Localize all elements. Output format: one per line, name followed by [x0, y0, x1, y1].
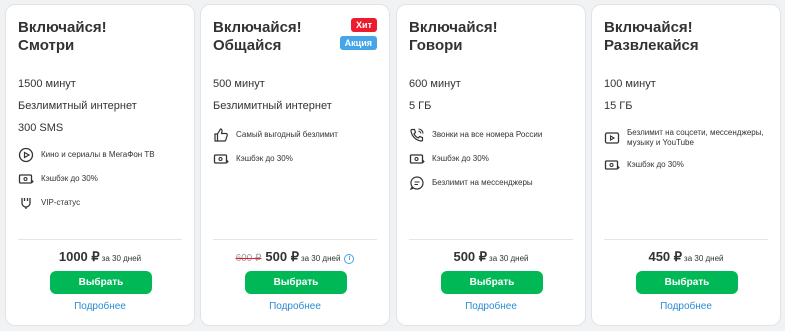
price-period: за 30 дней [489, 254, 529, 263]
features-list: 500 минут Безлимитный интернет [213, 73, 332, 117]
vip-icon [18, 195, 34, 211]
feature-minutes: 1500 минут [18, 78, 76, 90]
perk-text: Кэшбэк до 30% [627, 160, 684, 169]
price-value: 1000 ₽ [58, 249, 100, 264]
perk-item: Кино и сериалы в МегаФон ТВ [18, 143, 188, 167]
price-block: 600 ₽500 ₽ за 30 дней i [201, 249, 389, 265]
divider [18, 239, 182, 240]
chat-icon [409, 175, 425, 191]
features-list: 600 минут 5 ГБ [409, 73, 461, 117]
tariff-card-obshchaysya: Включайся! Общайся Хит Акция 500 минут Б… [200, 4, 390, 326]
feature-data: 15 ГБ [604, 100, 633, 112]
features-list: 1500 минут Безлимитный интернет 300 SMS [18, 73, 137, 139]
select-button[interactable]: Выбрать [441, 271, 543, 294]
info-icon[interactable]: i [344, 254, 355, 264]
divider [604, 239, 768, 240]
perk-text: Кино и сериалы в МегаФон ТВ [41, 150, 155, 159]
perk-item: Звонки на все номера России [409, 123, 579, 147]
perk-item: Кэшбэк до 30% [409, 147, 579, 171]
card-title: Включайся! Общайся [213, 19, 302, 55]
select-button[interactable]: Выбрать [50, 271, 152, 294]
title-line-2: Смотри [18, 37, 75, 54]
select-button[interactable]: Выбрать [636, 271, 738, 294]
hit-badge: Хит [351, 18, 377, 32]
old-price: 600 ₽ [235, 253, 262, 264]
title-line-2: Говори [409, 37, 463, 54]
feature-sms: 300 SMS [18, 122, 64, 134]
perk-text: Кэшбэк до 30% [432, 154, 489, 163]
feature-minutes: 600 минут [409, 78, 461, 90]
title-line-2: Развлекайся [604, 37, 699, 54]
video-icon [604, 130, 620, 146]
perk-item: Кэшбэк до 30% [213, 147, 383, 171]
price-value: 500 ₽ [265, 249, 299, 264]
price-value: 450 ₽ [648, 249, 683, 264]
feature-internet: Безлимитный интернет [18, 100, 137, 112]
perk-item: Безлимит на соцсети, мессенджеры, музыку… [604, 123, 774, 153]
tariff-card-govori: Включайся! Говори 600 минут 5 ГБ Звонки … [396, 4, 586, 326]
perk-text: Звонки на все номера России [432, 130, 543, 139]
perks-list: Звонки на все номера России Кэшбэк до 30… [409, 123, 579, 195]
title-line-1: Включайся! [604, 19, 693, 36]
feature-minutes: 100 минут [604, 78, 656, 90]
price-block: 450 ₽ за 30 дней [592, 249, 780, 265]
perk-item: Безлимит на мессенджеры [409, 171, 579, 195]
cashback-icon [18, 171, 34, 187]
tariff-card-smotri: Включайся! Смотри 1500 минут Безлимитный… [5, 4, 195, 326]
price-period: за 30 дней [300, 254, 341, 263]
title-line-1: Включайся! [409, 19, 498, 36]
card-title: Включайся! Развлекайся [604, 19, 699, 55]
promo-badge: Акция [339, 36, 377, 50]
details-link[interactable]: Подробнее [201, 301, 389, 312]
perk-text: Безлимит на мессенджеры [432, 178, 533, 187]
thumbs-up-icon [213, 127, 229, 143]
perk-item: Самый выгодный безлимит [213, 123, 383, 147]
title-line-1: Включайся! [213, 19, 302, 36]
card-title: Включайся! Говори [409, 19, 498, 55]
price-period: за 30 дней [101, 254, 142, 263]
select-button[interactable]: Выбрать [245, 271, 347, 294]
perk-item: Кэшбэк до 30% [18, 167, 188, 191]
price-block: 1000 ₽ за 30 дней [6, 249, 194, 265]
perk-text: Кэшбэк до 30% [41, 174, 98, 183]
card-title: Включайся! Смотри [18, 19, 107, 55]
perk-text: Кэшбэк до 30% [236, 154, 293, 163]
cashback-icon [604, 157, 620, 173]
perks-list: Безлимит на соцсети, мессенджеры, музыку… [604, 123, 774, 177]
title-line-1: Включайся! [18, 19, 107, 36]
perk-item: VIP-статус [18, 191, 188, 215]
feature-data: 5 ГБ [409, 100, 432, 112]
perks-list: Кино и сериалы в МегаФон ТВ Кэшбэк до 30… [18, 143, 188, 215]
play-icon [18, 147, 34, 163]
perk-text: Самый выгодный безлимит [236, 130, 338, 139]
details-link[interactable]: Подробнее [6, 301, 194, 312]
perk-text: Безлимит на соцсети, мессенджеры, музыку… [627, 128, 764, 147]
price-block: 500 ₽ за 30 дней [397, 249, 585, 265]
phone-icon [409, 127, 425, 143]
feature-internet: Безлимитный интернет [213, 100, 332, 112]
divider [213, 239, 377, 240]
perks-list: Самый выгодный безлимит Кэшбэк до 30% [213, 123, 383, 171]
details-link[interactable]: Подробнее [397, 301, 585, 312]
details-link[interactable]: Подробнее [592, 301, 780, 312]
badges: Хит Акция [339, 18, 377, 50]
divider [409, 239, 573, 240]
features-list: 100 минут 15 ГБ [604, 73, 656, 117]
cashback-icon [409, 151, 425, 167]
feature-minutes: 500 минут [213, 78, 265, 90]
price-value: 500 ₽ [453, 249, 488, 264]
tariff-card-razvlekaysya: Включайся! Развлекайся 100 минут 15 ГБ Б… [591, 4, 781, 326]
perk-item: Кэшбэк до 30% [604, 153, 774, 177]
title-line-2: Общайся [213, 37, 282, 54]
price-period: за 30 дней [684, 254, 724, 263]
perk-text: VIP-статус [41, 198, 81, 207]
cashback-icon [213, 151, 229, 167]
